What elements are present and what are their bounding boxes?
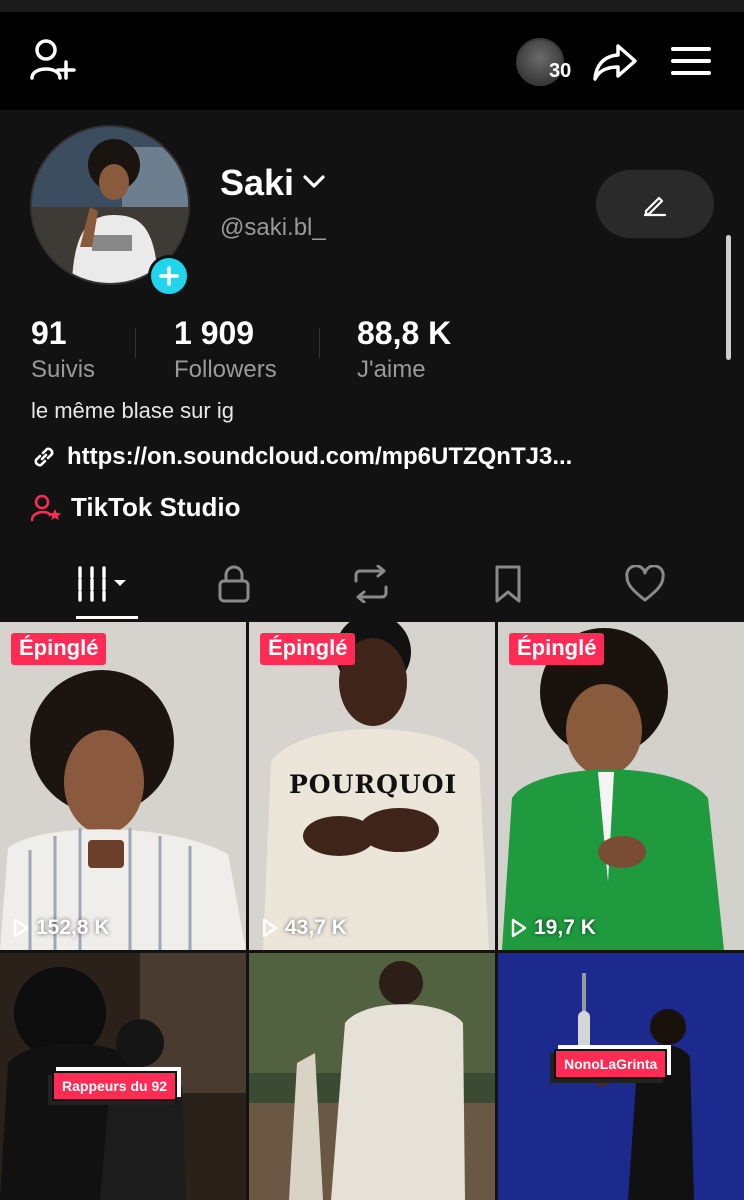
view-count: 19,7 K [510,916,596,940]
plus-icon [159,266,179,286]
profile-tabs [0,550,744,620]
video-thumbnail[interactable]: Épinglé 152,8 K [0,622,246,950]
divider [319,328,320,358]
link-icon [34,447,54,467]
share-icon[interactable] [592,42,638,87]
view-count: 43,7 K [261,916,347,940]
video-thumbnail[interactable]: POURQUOI Épinglé 43,7 K [249,622,495,950]
profile-header: Saki @saki.bl_ 91 Suivis 1 909 Followers… [0,110,744,620]
status-bar [0,0,744,12]
video-grid: Épinglé 152,8 K POURQUOI Épinglé 43,7 K … [0,620,744,1200]
creator-star-icon [31,494,61,521]
stat-followers[interactable]: 1 909 Followers [174,315,277,384]
stat-label: Followers [174,356,277,383]
profile-link[interactable]: https://on.soundcloud.com/mp6UTZQnTJ3... [31,443,572,471]
video-thumbnail[interactable]: NonoLaGrinta [498,953,744,1200]
tab-videos[interactable] [55,550,155,618]
profile-name[interactable]: Saki [220,162,294,204]
stat-label: J'aime [357,356,426,383]
top-bar: 30 [0,12,744,110]
stat-value: 88,8 K [357,315,452,351]
menu-icon[interactable] [671,46,711,81]
repost-icon [354,565,388,603]
tab-saved[interactable] [458,550,558,618]
stat-likes[interactable]: 88,8 K J'aime [357,315,451,384]
story-viewers-button[interactable]: 30 [516,38,580,88]
stat-value: 91 [31,315,67,351]
profile-handle: @saki.bl_ [220,214,326,241]
video-image [249,953,495,1200]
studio-label: TikTok Studio [71,492,241,522]
tab-liked[interactable] [595,550,695,618]
story-count: 30 [549,60,572,82]
video-sticker: NonoLaGrinta [554,1049,668,1079]
play-icon [511,918,527,938]
scrollbar[interactable] [726,235,731,360]
pinned-badge: Épinglé [509,633,605,665]
play-icon [262,918,278,938]
view-count-value: 152,8 K [36,916,110,939]
stat-label: Suivis [31,356,96,383]
pinned-badge: Épinglé [11,633,107,665]
play-icon [13,918,29,938]
view-count-value: 19,7 K [534,916,596,939]
video-thumbnail[interactable] [249,953,495,1200]
video-thumbnail[interactable]: Épinglé 19,7 K [498,622,744,950]
view-count-value: 43,7 K [285,916,347,939]
divider [135,328,136,358]
tiktok-studio-link[interactable]: TikTok Studio [31,492,240,523]
pencil-icon [643,196,667,217]
add-friend-icon[interactable] [30,38,78,89]
active-tab-indicator [76,616,138,619]
tab-private[interactable] [184,550,284,618]
video-image [498,622,744,950]
stat-value: 1 909 [174,315,255,351]
video-thumbnail[interactable]: Rappeurs du 92 [0,953,246,1200]
video-caption-overlay: POURQUOI [289,770,458,799]
video-image [0,622,246,950]
link-text: https://on.soundcloud.com/mp6UTZQnTJ3... [67,443,573,470]
stat-following[interactable]: 91 Suivis [31,315,95,384]
tab-reposts[interactable] [321,550,421,618]
bookmark-icon [495,565,521,603]
chevron-down-icon[interactable] [302,174,326,195]
view-count: 152,8 K [12,916,110,940]
profile-bio: le même blase sur ig [31,398,234,423]
heart-icon [625,565,665,602]
lock-icon [218,565,250,603]
video-sticker: Rappeurs du 92 [52,1071,178,1101]
pinned-badge: Épinglé [260,633,356,665]
add-story-button[interactable] [148,255,190,297]
grid-icon [78,566,126,602]
profile-avatar[interactable] [30,125,190,297]
edit-profile-button[interactable] [596,170,714,238]
